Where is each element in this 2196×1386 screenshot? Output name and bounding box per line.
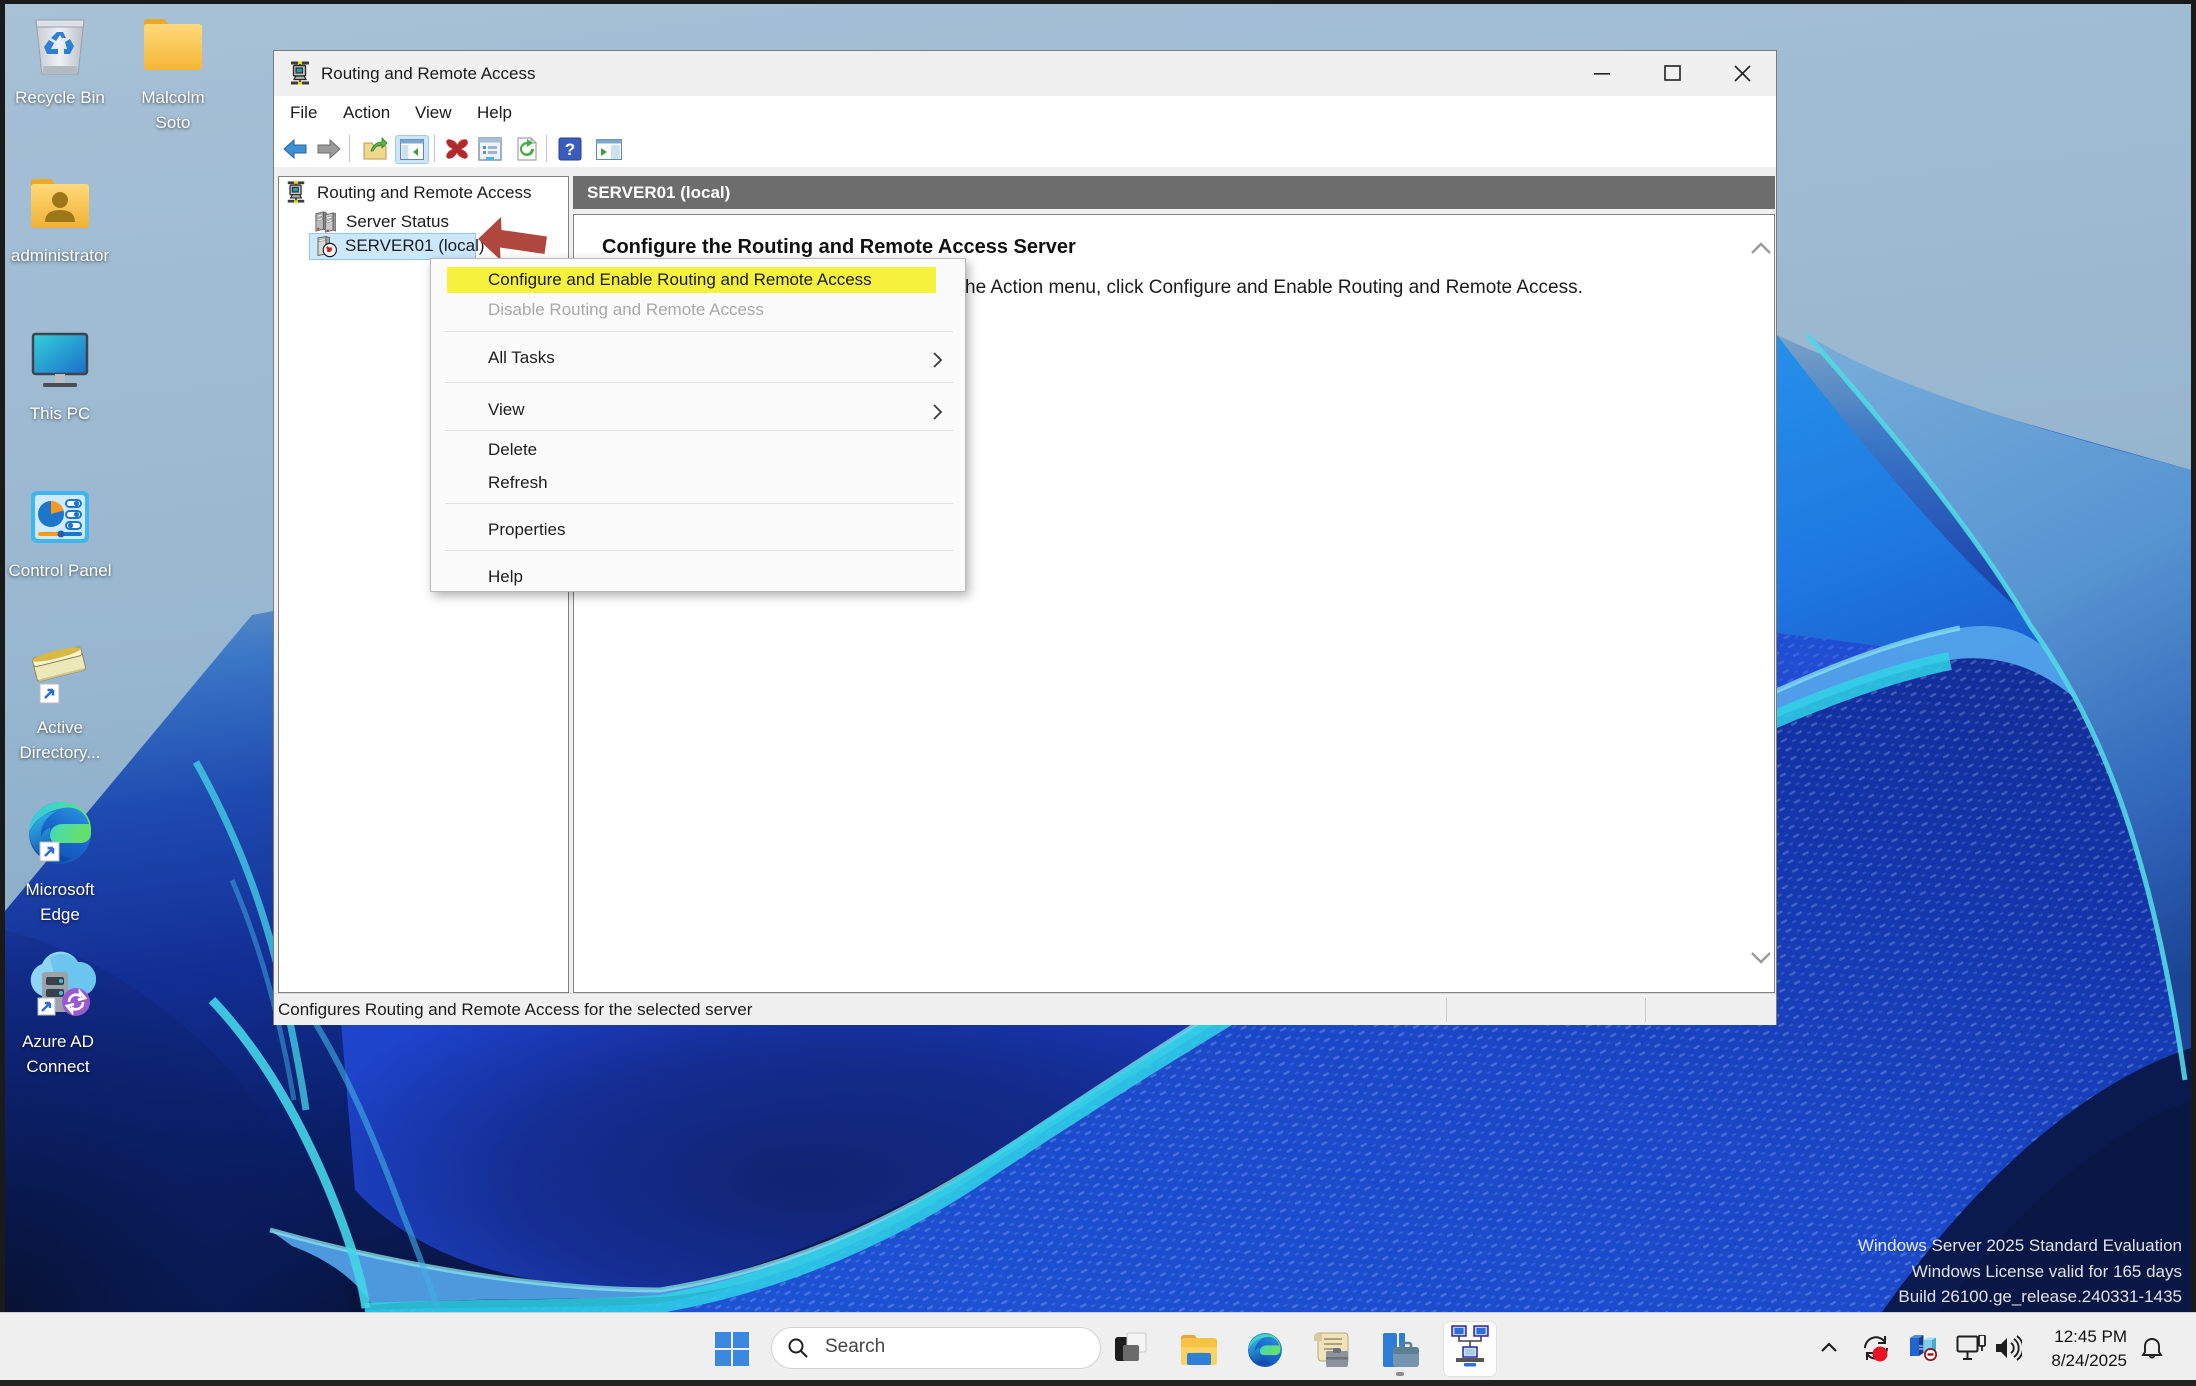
svg-text:?: ?: [565, 140, 575, 159]
